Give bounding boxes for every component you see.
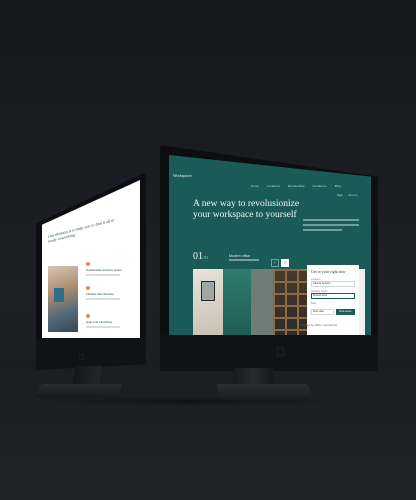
next-arrow-icon[interactable]: › [281, 259, 289, 267]
site-nav: Home Locations Membership Contact us Blo… [251, 184, 341, 188]
date-field[interactable]: Start date [311, 309, 334, 315]
site-logo[interactable]: Workspacer [173, 173, 192, 178]
feature-title: High-end furnishing [86, 320, 113, 324]
left-screen-photo-accent [54, 288, 64, 302]
trusted-text: Trusted by 500+ companies [300, 323, 337, 327]
find-space-button[interactable]: Find space [335, 309, 355, 315]
left-screen-feature: Sustainable working space [86, 262, 130, 276]
right-monitor-screen: Workspacer Home Locations Membership Con… [169, 155, 371, 335]
prev-arrow-icon[interactable]: ‹ [271, 259, 279, 267]
feature-text-line [86, 326, 120, 328]
form-actions: Start date Find space [311, 309, 355, 315]
left-monitor-stand-foot [35, 384, 123, 398]
nav-item-membership[interactable]: Membership [288, 184, 305, 188]
photo-grey-wall [251, 269, 273, 335]
nav-item-blog[interactable]: Blog [335, 184, 341, 188]
nav-item-contact[interactable]: Contact us [312, 184, 326, 188]
picture-frame [201, 281, 215, 301]
hero-description [303, 219, 359, 234]
left-monitor-stand-neck [72, 366, 102, 386]
feature-dot-icon [86, 262, 90, 266]
slide-counter: 01/03 [193, 251, 208, 262]
left-screen-feature: High-end furnishing [86, 314, 130, 328]
feature-dot-icon [86, 286, 90, 290]
photo-green-wall [223, 269, 251, 335]
space-field[interactable]: Shared desk [311, 293, 355, 299]
sign-in-link[interactable]: Sign [337, 193, 343, 197]
nav-item-locations[interactable]: Locations [267, 184, 280, 188]
left-screen-title: Our mission is to help you to find it al… [48, 217, 115, 244]
slide-subtitle-line [229, 259, 259, 261]
slide-counter-total: /03 [203, 255, 209, 260]
left-screen-feature: Flexible Membership [86, 286, 130, 300]
feature-title: Sustainable working space [86, 268, 122, 272]
feature-text-line [86, 298, 120, 300]
feature-title: Flexible Membership [86, 292, 114, 296]
feature-text-line [86, 274, 120, 276]
apple-icon:  [79, 353, 85, 362]
location-field[interactable]: Jakarta Selatan [311, 281, 355, 287]
apple-icon:  [276, 345, 285, 359]
slide-arrows: ‹ › [271, 259, 289, 267]
left-monitor-screen: Our mission is to help you to find it al… [42, 180, 140, 340]
right-monitor: Workspacer Home Locations Membership Con… [160, 145, 378, 400]
nav-item-home[interactable]: Home [251, 184, 259, 188]
booking-form-title: Get to your right now [311, 269, 346, 274]
hero-headline: A new way to revolusionize your workspac… [193, 199, 300, 221]
date-label: Date [311, 302, 317, 305]
join-link[interactable]: Join us [348, 193, 358, 197]
feature-dot-icon [86, 314, 90, 318]
right-monitor-chin [160, 335, 378, 371]
left-monitor: Our mission is to help you to find it al… [36, 172, 148, 372]
photo-framed-art [193, 269, 223, 335]
auth-links: Sign Join us [337, 193, 358, 197]
description-line [303, 224, 359, 226]
description-line [303, 219, 359, 221]
slide-title: Modern office [229, 254, 251, 258]
description-line [303, 229, 343, 231]
slide-counter-current: 01 [193, 251, 203, 262]
right-monitor-stand-foot [216, 384, 312, 400]
